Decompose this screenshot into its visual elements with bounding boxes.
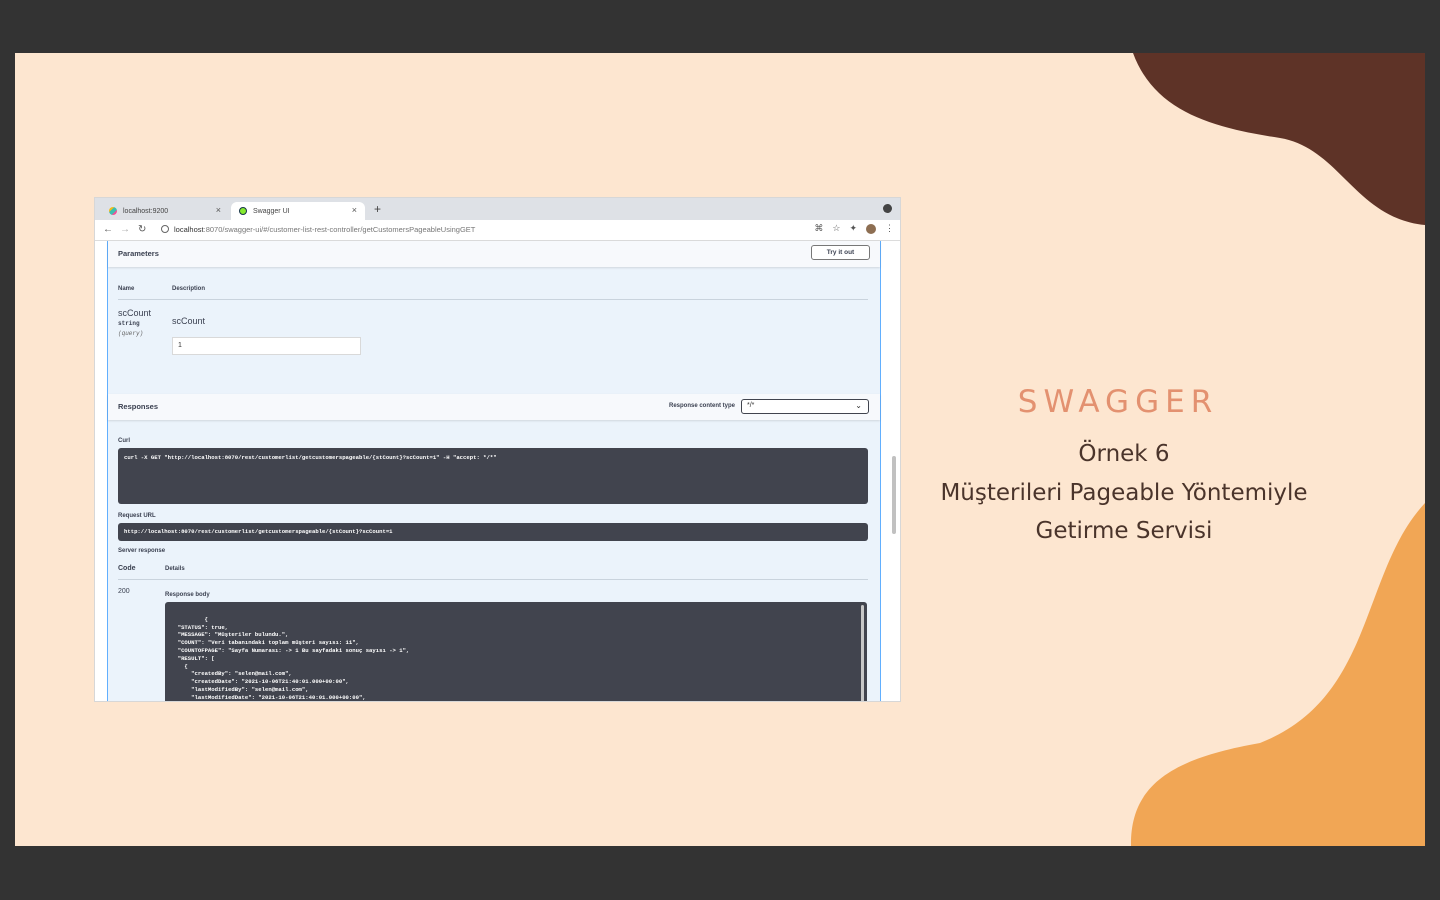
back-icon[interactable]: ← [103,224,113,236]
page-scrollbar[interactable] [892,456,896,534]
divider [118,299,868,300]
curl-command[interactable]: curl -X GET "http://localhost:8070/rest/… [118,448,868,504]
param-description: scCount [172,316,206,326]
param-name: scCount [118,308,152,318]
close-icon[interactable]: × [216,205,221,215]
close-icon[interactable]: × [352,205,357,215]
code-column-header: Code [118,565,136,572]
elastic-icon [109,207,117,215]
responses-heading: Responses [118,402,159,411]
tab-strip: localhost:9200 × Swagger UI × + [95,198,900,220]
response-body-label: Response body [165,592,210,598]
tab-label: localhost:9200 [123,207,169,215]
translate-icon[interactable]: ⌘ [814,223,823,234]
response-content-type-select[interactable]: */* ⌄ [741,399,869,414]
divider [118,579,868,580]
forward-icon[interactable]: → [120,224,130,236]
responses-header: Responses Response content type */* ⌄ [108,394,880,420]
slide-title: SWAGGER [1017,384,1219,420]
url-host: localhost [174,225,204,234]
brown-blob [1133,53,1425,225]
parameters-header: Parameters Try it out [108,241,880,267]
tab-swagger-ui[interactable]: Swagger UI × [231,202,365,220]
browser-screenshot: localhost:9200 × Swagger UI × + ← → ↻ lo… [95,198,900,701]
curl-label: Curl [118,438,130,444]
address-bar-actions: ⌘ ☆ ✦ ⋮ [814,223,894,234]
swagger-icon [239,207,247,215]
avatar[interactable] [866,223,876,234]
details-column-header: Details [165,566,185,572]
response-body-text: { "STATUS": true, "MESSAGE": "Müşteriler… [177,615,410,701]
page-content: Parameters Try it out Name Description s… [95,241,900,701]
selected-content-type: */* [747,402,755,409]
description-column-header: Description [172,286,206,292]
response-body[interactable]: { "STATUS": true, "MESSAGE": "Müşteriler… [165,602,867,701]
url-field[interactable]: localhost:8070/swagger-ui/#/customer-lis… [174,225,475,234]
param-type: string [118,320,140,327]
browser-menu-icon[interactable] [883,204,892,213]
extensions-icon[interactable]: ✦ [849,223,857,234]
tab-localhost-9200[interactable]: localhost:9200 × [101,202,229,220]
try-it-out-button[interactable]: Try it out [811,245,870,260]
site-info-icon[interactable] [161,225,169,233]
star-icon[interactable]: ☆ [832,223,840,234]
name-column-header: Name [118,286,135,292]
new-tab-button[interactable]: + [374,203,381,215]
slide-subtitle-line-1: Örnek 6 [1078,441,1170,467]
chevron-down-icon: ⌄ [855,401,862,410]
more-menu-icon[interactable]: ⋮ [885,223,894,234]
slide-subtitle-line-2: Müşterileri Pageable Yöntemiyle [940,480,1308,506]
tab-label: Swagger UI [253,207,290,215]
slide-subtitle-line-3: Getirme Servisi [1035,518,1213,544]
response-body-scrollbar[interactable] [861,605,864,701]
request-url-label: Request URL [118,513,156,519]
request-url[interactable]: http://localhost:8070/rest/customerlist/… [118,523,868,541]
address-bar: ← → ↻ localhost:8070/swagger-ui/#/custom… [95,220,900,241]
operation-panel: Parameters Try it out Name Description s… [107,241,881,701]
parameters-heading: Parameters [118,249,159,258]
param-location: (query) [118,330,144,337]
server-response-label: Server response [118,548,166,554]
response-status-code: 200 [118,588,130,595]
orange-blob [1130,503,1425,846]
sccount-input[interactable]: 1 [172,337,361,355]
response-content-type-label: Response content type [668,403,735,409]
url-path: :8070/swagger-ui/#/customer-list-rest-co… [203,225,476,234]
reload-icon[interactable]: ↻ [138,224,146,236]
